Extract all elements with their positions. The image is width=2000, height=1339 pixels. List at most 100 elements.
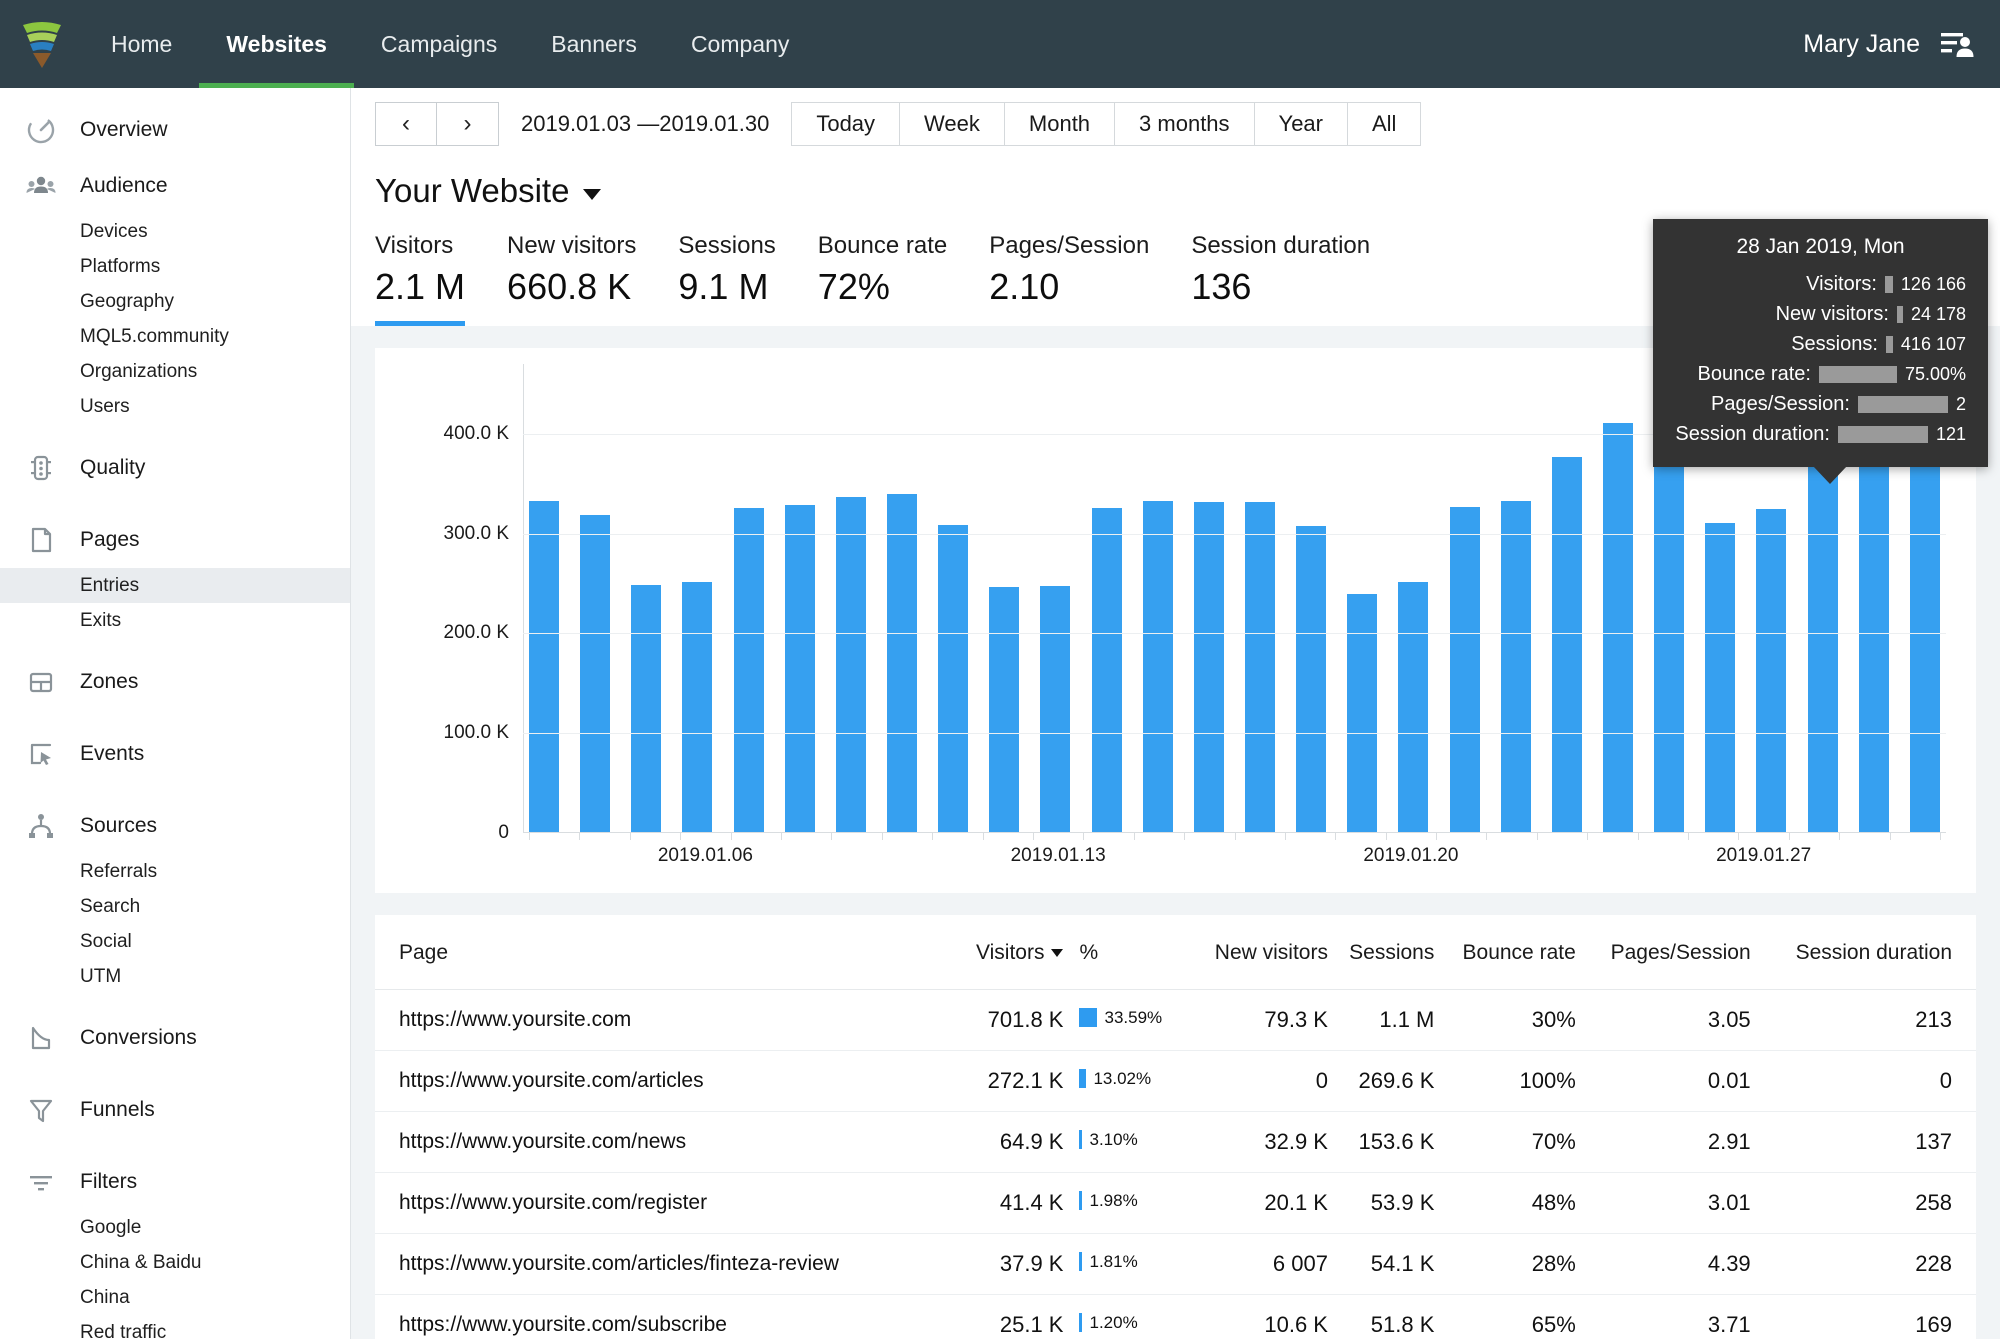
sidebar-item-pages[interactable]: Pages <box>0 512 350 568</box>
sidebar-item-social[interactable]: Social <box>0 924 350 959</box>
chart-bar[interactable] <box>631 584 662 832</box>
y-axis-tick-label: 100.0 K <box>443 722 510 744</box>
kpi-session-duration[interactable]: Session duration 136 <box>1191 232 1412 326</box>
table-row[interactable]: https://www.yoursite.com/subscribe 25.1 K… <box>375 1294 1976 1339</box>
sidebar-item-google[interactable]: Google <box>0 1210 350 1245</box>
range-today-button[interactable]: Today <box>791 102 901 146</box>
chart-bar[interactable] <box>1909 418 1940 832</box>
sidebar-item-events[interactable]: Events <box>0 726 350 782</box>
table-row[interactable]: https://www.yoursite.com/articles 272.1 K… <box>375 1050 1976 1112</box>
sidebar-item-conversions[interactable]: Conversions <box>0 1010 350 1066</box>
x-axis-tick <box>831 833 833 840</box>
kpi-pages-session[interactable]: Pages/Session 2.10 <box>989 232 1191 326</box>
range-month-button[interactable]: Month <box>1004 102 1116 146</box>
kpi-bounce-rate[interactable]: Bounce rate 72% <box>818 232 989 326</box>
range-year-button[interactable]: Year <box>1254 102 1348 146</box>
user-list-icon[interactable] <box>1940 29 1974 59</box>
sidebar-item-geography[interactable]: Geography <box>0 284 350 319</box>
nav-item-campaigns[interactable]: Campaigns <box>354 0 524 88</box>
chart-bar[interactable] <box>1347 593 1378 832</box>
table-row[interactable]: https://www.yoursite.com/register 41.4 K 1… <box>375 1172 1976 1234</box>
chart-bar[interactable] <box>1654 438 1685 832</box>
chart-bar[interactable] <box>682 581 713 832</box>
prev-period-button[interactable]: ‹ <box>375 102 437 146</box>
kpi-sessions[interactable]: Sessions 9.1 M <box>678 232 817 326</box>
sidebar-item-china[interactable]: China <box>0 1280 350 1315</box>
x-axis-tick <box>680 833 682 840</box>
chart-bar[interactable] <box>1040 585 1071 832</box>
chart-tooltip: 28 Jan 2019, Mon Visitors: 126 166 New vis… <box>1653 219 1988 484</box>
chart-bar[interactable] <box>1296 525 1327 832</box>
tooltip-metric-value: 2 <box>1955 393 1966 414</box>
date-range-label[interactable]: 2019.01.03 —2019.01.30 <box>499 111 791 137</box>
th-page[interactable]: Page <box>375 915 955 990</box>
sidebar-item-referrals[interactable]: Referrals <box>0 854 350 889</box>
chart-bar[interactable] <box>989 586 1020 832</box>
range-all-button[interactable]: All <box>1348 102 1422 146</box>
percent-wrapper: 13.02% <box>1079 1069 1151 1089</box>
chart-bar[interactable] <box>1858 423 1889 832</box>
sidebar-item-mql5-community[interactable]: MQL5.community <box>0 319 350 354</box>
sidebar-item-zones[interactable]: Zones <box>0 654 350 710</box>
x-axis-labels: 2019.01.06 2019.01.13 2019.01.20 2019.01.27 <box>523 845 1946 871</box>
chart-bar[interactable] <box>784 504 815 832</box>
chart-bar[interactable] <box>835 496 866 832</box>
chart-bar[interactable] <box>733 507 764 832</box>
chart-bar[interactable] <box>938 524 969 832</box>
table-row[interactable]: https://www.yoursite.com/articles/fintez… <box>375 1233 1976 1295</box>
chart-bar[interactable] <box>1398 581 1429 832</box>
chart-bar[interactable] <box>1756 508 1787 832</box>
sidebar-item-devices[interactable]: Devices <box>0 214 350 249</box>
kpi-new-visitors[interactable]: New visitors 660.8 K <box>507 232 678 326</box>
nav-item-banners[interactable]: Banners <box>524 0 664 88</box>
chart-bar[interactable] <box>1091 507 1122 832</box>
sidebar-item-funnels[interactable]: Funnels <box>0 1082 350 1138</box>
chart-bar[interactable] <box>1193 501 1224 832</box>
th-new-visitors[interactable]: New visitors <box>1186 915 1328 990</box>
th-percent[interactable]: % <box>1063 915 1187 990</box>
range-week-button[interactable]: Week <box>900 102 1005 146</box>
sidebar-item-entries[interactable]: Entries <box>0 568 350 603</box>
th-visitors[interactable]: Visitors <box>954 915 1064 990</box>
th-sessions[interactable]: Sessions <box>1327 915 1435 990</box>
site-selector[interactable]: Your Website <box>375 172 602 210</box>
chart-bar[interactable] <box>1602 422 1633 832</box>
th-session-duration[interactable]: Session duration <box>1750 915 1976 990</box>
chart-bar[interactable] <box>1244 501 1275 832</box>
user-area[interactable]: Mary Jane <box>1803 0 2000 88</box>
sidebar-item-china-baidu[interactable]: China & Baidu <box>0 1245 350 1280</box>
sidebar-item-users[interactable]: Users <box>0 389 350 424</box>
sidebar-item-filters[interactable]: Filters <box>0 1154 350 1210</box>
chart-bar[interactable] <box>1142 500 1173 832</box>
sidebar-item-utm[interactable]: UTM <box>0 959 350 994</box>
chart-bar[interactable] <box>529 500 559 832</box>
nav-item-home[interactable]: Home <box>84 0 199 88</box>
sidebar-item-organizations[interactable]: Organizations <box>0 354 350 389</box>
sidebar-item-overview[interactable]: Overview <box>0 102 350 158</box>
sidebar-item-red-traffic[interactable]: Red traffic <box>0 1315 350 1339</box>
x-axis-tick <box>881 833 883 840</box>
sidebar-item-audience[interactable]: Audience <box>0 158 350 214</box>
table-row[interactable]: https://www.yoursite.com 701.8 K 33.59% 79.… <box>375 989 1976 1051</box>
th-bounce-rate[interactable]: Bounce rate <box>1434 915 1576 990</box>
chart-bar[interactable] <box>580 514 611 832</box>
sidebar-item-label: Filters <box>80 1170 138 1193</box>
nav-item-websites[interactable]: Websites <box>199 0 354 88</box>
next-period-button[interactable]: › <box>437 102 499 146</box>
range-3months-button[interactable]: 3 months <box>1115 102 1255 146</box>
chart-bar[interactable] <box>886 493 917 832</box>
sidebar-item-exits[interactable]: Exits <box>0 603 350 638</box>
chart-bar[interactable] <box>1705 522 1736 832</box>
sidebar-item-quality[interactable]: Quality <box>0 440 350 496</box>
table-row[interactable]: https://www.yoursite.com/news 64.9 K 3.10%… <box>375 1111 1976 1173</box>
chart-bar[interactable] <box>1500 500 1531 832</box>
th-pages-session[interactable]: Pages/Session <box>1575 915 1751 990</box>
nav-item-company[interactable]: Company <box>664 0 816 88</box>
chart-bar[interactable] <box>1449 506 1480 832</box>
sidebar-item-search[interactable]: Search <box>0 889 350 924</box>
sidebar-item-platforms[interactable]: Platforms <box>0 249 350 284</box>
sidebar-item-sources[interactable]: Sources <box>0 798 350 854</box>
chart-bar[interactable] <box>1551 456 1582 832</box>
kpi-visitors[interactable]: Visitors 2.1 M <box>375 232 507 326</box>
app-logo[interactable] <box>0 0 84 88</box>
